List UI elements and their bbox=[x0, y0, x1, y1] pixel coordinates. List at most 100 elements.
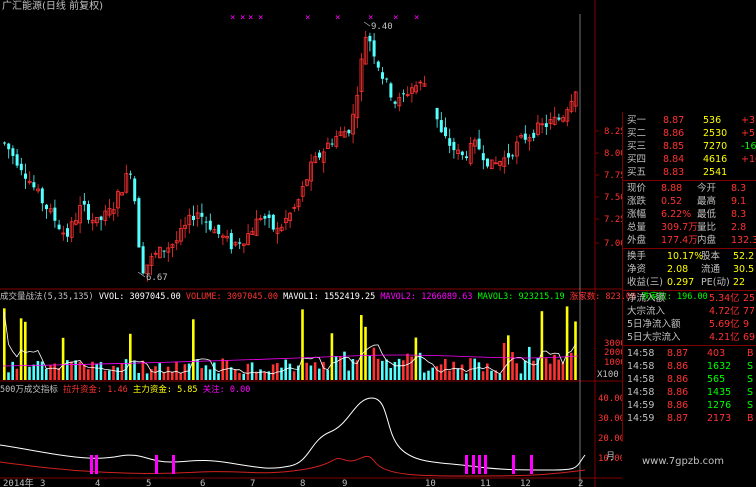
fund-flow-extra: 69 bbox=[743, 332, 756, 343]
volume-bar bbox=[28, 366, 31, 380]
fund-flow-value: 5.34亿 bbox=[709, 293, 740, 304]
signal-marker: × bbox=[305, 13, 310, 23]
volume-bar bbox=[318, 368, 321, 380]
bid-row: 买一 8.87 536 +3 bbox=[627, 114, 756, 127]
volume-indicator-legend: 成交量战法(5,35,135) VVOL: 3097045.00 VOLUME:… bbox=[0, 292, 708, 303]
volume-bar bbox=[133, 360, 136, 380]
candle-body bbox=[263, 216, 267, 219]
watch-signal-bar bbox=[90, 455, 93, 474]
watch-signal-bar bbox=[478, 455, 481, 474]
candle-body bbox=[393, 101, 397, 104]
tick-side: B bbox=[747, 348, 754, 359]
high-price-label: 9.40 bbox=[371, 22, 393, 32]
fundamental-value: 2.08 bbox=[667, 264, 689, 275]
x-axis-label: 11 bbox=[480, 479, 491, 487]
vvol-value: VVOL: 3097045.00 bbox=[98, 292, 181, 302]
stat-value: 177.4万 bbox=[661, 235, 698, 246]
fundamental-value: 30.5 bbox=[733, 264, 755, 275]
volume-bar bbox=[116, 367, 119, 380]
volume-bar bbox=[40, 361, 44, 380]
candle-body bbox=[318, 152, 321, 158]
tick-side: S bbox=[747, 361, 754, 372]
volume-bar bbox=[15, 368, 19, 380]
fundamental-value: 52.2 bbox=[733, 251, 755, 262]
volume-bar bbox=[87, 369, 90, 380]
volume-bar bbox=[393, 361, 397, 380]
kline-chart-area[interactable]: 8.258.007.757.507.257.00300002000010000X… bbox=[0, 0, 708, 487]
volume-bar bbox=[334, 356, 338, 380]
volume-bar bbox=[389, 367, 392, 380]
candle-body bbox=[200, 212, 204, 217]
volume-bar bbox=[246, 363, 250, 380]
volume-bar bbox=[523, 360, 527, 380]
volume-bar bbox=[179, 372, 182, 380]
fund-flow-row: 5日净流入额 5.69亿 9 bbox=[627, 318, 756, 331]
candle-body bbox=[523, 133, 527, 140]
volume-bar bbox=[242, 373, 245, 380]
volume-bar bbox=[162, 372, 166, 380]
volume-bar bbox=[574, 321, 577, 380]
watch-value: 关注: 0.00 bbox=[202, 385, 251, 395]
volume-bar bbox=[532, 360, 535, 380]
volume-bar bbox=[448, 370, 451, 380]
x-axis-label: 9 bbox=[342, 479, 347, 487]
tick-side: S bbox=[747, 387, 754, 398]
mavol3-value: MAVOL3: 923215.19 bbox=[477, 292, 565, 302]
candle-body bbox=[385, 78, 389, 80]
candle-body bbox=[162, 250, 166, 252]
volume-bar bbox=[511, 352, 514, 380]
volume-bar bbox=[166, 366, 170, 380]
volume-bar bbox=[271, 364, 275, 380]
candle-body bbox=[7, 143, 11, 150]
capital-indicator-name: 500万成交指标 bbox=[0, 385, 58, 395]
candle-body bbox=[192, 215, 195, 221]
main-capital: 主力资金: 5.85 bbox=[132, 385, 198, 395]
volume-bar bbox=[427, 370, 430, 380]
fund-flow-label: 净流入额 bbox=[627, 293, 666, 304]
tick-side: S bbox=[747, 400, 754, 411]
tick-volume: 1276 bbox=[707, 400, 732, 411]
x-axis-label: 5 bbox=[146, 479, 151, 487]
candle-body bbox=[40, 188, 44, 204]
main-capital-line bbox=[0, 397, 586, 471]
tick-time: 14:58 bbox=[627, 387, 655, 398]
volume-bar bbox=[368, 355, 371, 380]
fundamental-label: PE(动) bbox=[701, 277, 730, 288]
candle-body bbox=[381, 72, 384, 79]
volume-bar bbox=[137, 372, 140, 380]
bid-volume: 7270 bbox=[703, 141, 728, 152]
bid-label: 买三 bbox=[627, 141, 647, 152]
tick-price: 8.86 bbox=[667, 387, 689, 398]
fund-flow-row: 净流入额 5.34亿 25 bbox=[627, 292, 756, 305]
candle-body bbox=[137, 198, 141, 248]
volume-bar bbox=[423, 372, 426, 380]
candle-body bbox=[511, 155, 515, 157]
candle-body bbox=[24, 173, 27, 179]
volume-bar bbox=[322, 361, 325, 380]
candle-body bbox=[45, 204, 48, 210]
candle-body bbox=[544, 123, 548, 128]
volume-bar bbox=[385, 359, 388, 380]
candle-body bbox=[133, 178, 137, 202]
price-tick-label: 7.50 bbox=[604, 193, 622, 203]
volume-bar bbox=[544, 358, 548, 380]
tick-row: 14:58 8.86 1435 S bbox=[627, 386, 756, 399]
volume-bar bbox=[477, 362, 481, 380]
candle-body bbox=[217, 224, 221, 234]
stat-label: 涨跌 bbox=[627, 196, 647, 207]
volume-bar bbox=[364, 326, 367, 380]
kline-chart-svg[interactable]: 8.258.007.757.507.257.00300002000010000X… bbox=[0, 0, 622, 487]
signal-marker: × bbox=[258, 13, 263, 23]
volume-bar bbox=[465, 373, 468, 380]
bid-change: +5 bbox=[741, 128, 756, 139]
candle-body bbox=[389, 83, 393, 98]
volume-bar bbox=[129, 333, 132, 380]
volume-bar bbox=[498, 373, 502, 380]
bid-label: 买一 bbox=[627, 115, 647, 126]
mavol1-value: MAVOL1: 1552419.25 bbox=[283, 292, 376, 302]
candle-body bbox=[238, 242, 242, 244]
bid-row: 买三 8.85 7270 -16 bbox=[627, 140, 756, 153]
volume-bar bbox=[288, 363, 292, 380]
volume-bar bbox=[196, 359, 199, 380]
volume-bar bbox=[200, 368, 203, 380]
